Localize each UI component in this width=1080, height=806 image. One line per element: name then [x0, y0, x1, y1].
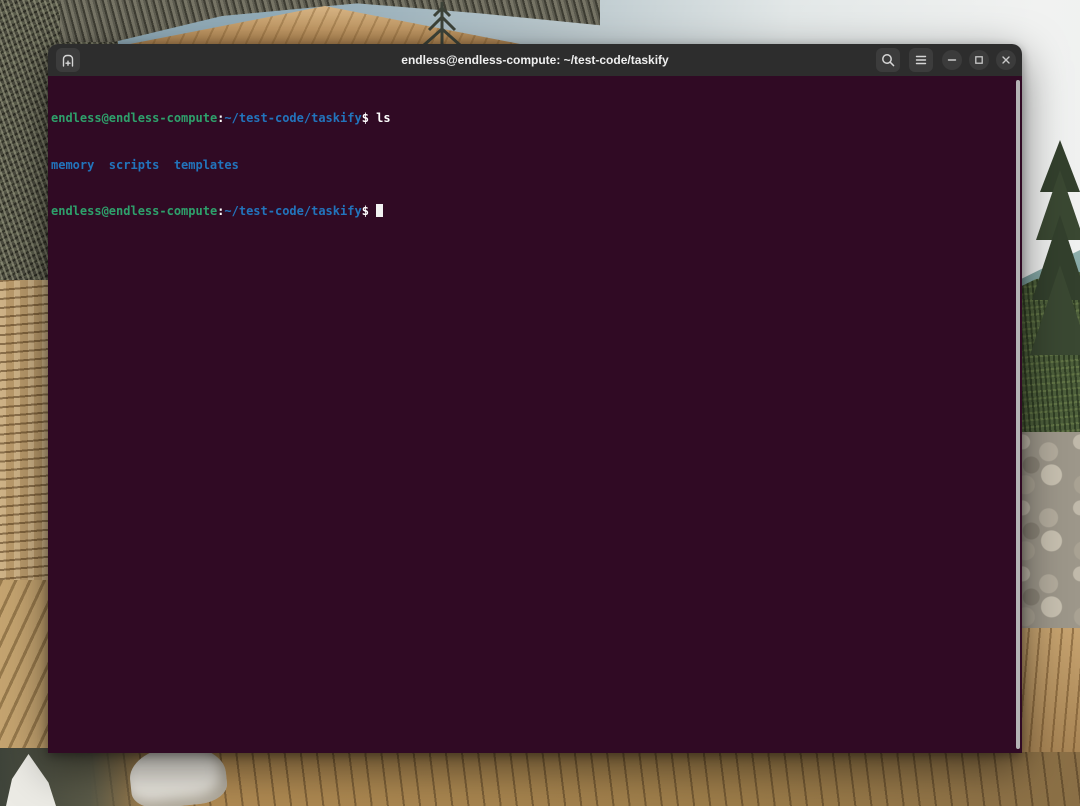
terminal-line-prompt-2: endless@endless-compute:~/test-code/task… [51, 204, 1014, 220]
terminal-window: endless@endless-compute: ~/test-code/tas… [48, 44, 1022, 753]
close-icon [1000, 54, 1012, 66]
wallpaper-shingle-stack-left [0, 280, 48, 600]
directory-entry: memory [51, 158, 94, 172]
terminal-line-output: memory scripts templates [51, 158, 1014, 174]
directory-entry: templates [174, 158, 239, 172]
terminal-line-prompt-1: endless@endless-compute:~/test-code/task… [51, 111, 1014, 127]
terminal-scrollbar[interactable] [1016, 80, 1020, 749]
maximize-icon [973, 54, 985, 66]
new-tab-icon [60, 52, 76, 68]
prompt-user-host: endless@endless-compute [51, 204, 217, 218]
prompt-path: ~/test-code/taskify [224, 111, 361, 125]
window-title: endless@endless-compute: ~/test-code/tas… [401, 53, 668, 67]
search-button[interactable] [876, 48, 900, 72]
new-tab-button[interactable] [56, 48, 80, 72]
terminal-content[interactable]: endless@endless-compute:~/test-code/task… [48, 76, 1022, 753]
search-icon [880, 52, 896, 68]
prompt-symbol: $ [362, 111, 369, 125]
desktop-background: endless@endless-compute: ~/test-code/tas… [0, 0, 1080, 806]
conifer-tree-icon [1026, 140, 1080, 355]
directory-entry: scripts [109, 158, 160, 172]
maximize-button[interactable] [969, 50, 989, 70]
prompt-symbol: $ [362, 204, 369, 218]
minimize-button[interactable] [942, 50, 962, 70]
terminal-titlebar[interactable]: endless@endless-compute: ~/test-code/tas… [48, 44, 1022, 76]
typed-command: ls [376, 111, 390, 125]
prompt-path: ~/test-code/taskify [224, 204, 361, 218]
hamburger-menu-icon [913, 52, 929, 68]
terminal-cursor [376, 204, 383, 217]
minimize-icon [946, 54, 958, 66]
prompt-user-host: endless@endless-compute [51, 111, 217, 125]
close-button[interactable] [996, 50, 1016, 70]
menu-button[interactable] [909, 48, 933, 72]
pine-tree-icon [415, 0, 471, 46]
